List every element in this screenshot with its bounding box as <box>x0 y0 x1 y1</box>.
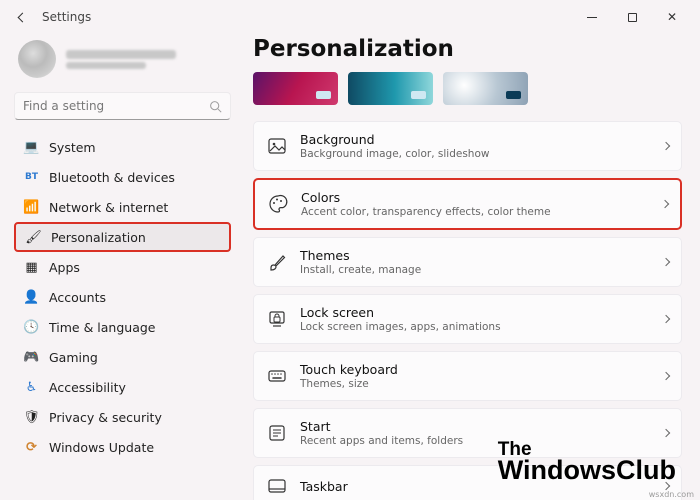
accessibility-icon: ♿ <box>24 380 39 395</box>
setting-start[interactable]: StartRecent apps and items, folders <box>253 408 682 458</box>
setting-themes[interactable]: ThemesInstall, create, manage <box>253 237 682 287</box>
sidebar-item-label: Windows Update <box>49 440 154 455</box>
chevron-right-icon <box>662 142 670 150</box>
palette-icon <box>267 194 289 214</box>
sidebar-item-label: Gaming <box>49 350 98 365</box>
accounts-icon: 👤 <box>24 290 39 305</box>
sidebar-item-personalization[interactable]: 🖌 Personalization <box>14 222 231 252</box>
paintbrush-icon: 🖌 <box>26 230 41 245</box>
close-button[interactable] <box>652 2 692 32</box>
sidebar-item-label: Accounts <box>49 290 106 305</box>
sidebar-item-label: Personalization <box>51 230 146 245</box>
setting-title: Taskbar <box>300 479 651 494</box>
app-title: Settings <box>42 10 91 24</box>
apps-icon: ▦ <box>24 260 39 275</box>
shield-icon: 🛡 <box>24 410 39 425</box>
sidebar-item-label: Apps <box>49 260 80 275</box>
setting-subtitle: Lock screen images, apps, animations <box>300 321 651 333</box>
setting-title: Themes <box>300 248 651 263</box>
update-icon: ⟳ <box>24 440 39 455</box>
sidebar-item-update[interactable]: ⟳ Windows Update <box>14 432 231 462</box>
main-panel: Personalization BackgroundBackground ima… <box>245 34 700 500</box>
setting-lockscreen[interactable]: Lock screenLock screen images, apps, ani… <box>253 294 682 344</box>
sidebar-item-time[interactable]: 🕓 Time & language <box>14 312 231 342</box>
window-controls <box>572 2 692 32</box>
setting-subtitle: Background image, color, slideshow <box>300 148 651 160</box>
setting-subtitle: Accent color, transparency effects, colo… <box>301 206 650 218</box>
setting-title: Colors <box>301 190 650 205</box>
sidebar-item-system[interactable]: 💻 System <box>14 132 231 162</box>
back-button[interactable] <box>14 9 30 25</box>
sidebar-item-label: Time & language <box>49 320 155 335</box>
theme-previews <box>253 72 682 105</box>
sidebar: Find a setting 💻 System BT Bluetooth & d… <box>0 34 245 500</box>
search-input[interactable]: Find a setting <box>14 92 231 120</box>
minimize-button[interactable] <box>572 2 612 32</box>
sidebar-item-label: Accessibility <box>49 380 126 395</box>
arrow-left-icon <box>17 12 27 22</box>
setting-colors[interactable]: ColorsAccent color, transparency effects… <box>253 178 682 230</box>
taskbar-icon <box>266 476 288 496</box>
minimize-icon <box>587 17 597 18</box>
setting-subtitle: Install, create, manage <box>300 264 651 276</box>
sidebar-item-accessibility[interactable]: ♿ Accessibility <box>14 372 231 402</box>
lockscreen-icon <box>266 309 288 329</box>
system-icon: 💻 <box>24 140 39 155</box>
sidebar-item-privacy[interactable]: 🛡 Privacy & security <box>14 402 231 432</box>
gaming-icon: 🎮 <box>24 350 39 365</box>
start-icon <box>266 423 288 443</box>
account-block[interactable] <box>14 34 231 92</box>
sidebar-item-bluetooth[interactable]: BT Bluetooth & devices <box>14 162 231 192</box>
wifi-icon: 📶 <box>24 200 39 215</box>
theme-preview[interactable] <box>348 72 433 105</box>
setting-taskbar[interactable]: Taskbar <box>253 465 682 500</box>
keyboard-icon <box>266 366 288 386</box>
bluetooth-icon: BT <box>24 172 39 182</box>
theme-preview[interactable] <box>443 72 528 105</box>
sidebar-item-network[interactable]: 📶 Network & internet <box>14 192 231 222</box>
setting-touchkeyboard[interactable]: Touch keyboardThemes, size <box>253 351 682 401</box>
sidebar-item-accounts[interactable]: 👤 Accounts <box>14 282 231 312</box>
setting-subtitle: Themes, size <box>300 378 651 390</box>
close-icon <box>667 10 677 24</box>
account-text <box>66 47 176 72</box>
sidebar-item-label: Bluetooth & devices <box>49 170 175 185</box>
setting-title: Start <box>300 419 651 434</box>
chevron-right-icon <box>662 372 670 380</box>
setting-title: Touch keyboard <box>300 362 651 377</box>
setting-background[interactable]: BackgroundBackground image, color, slide… <box>253 121 682 171</box>
maximize-button[interactable] <box>612 2 652 32</box>
chevron-right-icon <box>662 258 670 266</box>
sidebar-item-apps[interactable]: ▦ Apps <box>14 252 231 282</box>
setting-subtitle: Recent apps and items, folders <box>300 435 651 447</box>
theme-preview[interactable] <box>253 72 338 105</box>
titlebar: Settings <box>0 0 700 34</box>
search-icon <box>209 100 222 113</box>
chevron-right-icon <box>662 482 670 490</box>
picture-icon <box>266 136 288 156</box>
setting-title: Background <box>300 132 651 147</box>
page-title: Personalization <box>253 36 682 62</box>
chevron-right-icon <box>662 429 670 437</box>
sidebar-item-label: Privacy & security <box>49 410 162 425</box>
search-placeholder: Find a setting <box>23 99 203 113</box>
setting-title: Lock screen <box>300 305 651 320</box>
sidebar-item-label: System <box>49 140 96 155</box>
clock-icon: 🕓 <box>24 320 39 335</box>
sidebar-item-gaming[interactable]: 🎮 Gaming <box>14 342 231 372</box>
chevron-right-icon <box>661 200 669 208</box>
maximize-icon <box>628 13 637 22</box>
avatar <box>18 40 56 78</box>
chevron-right-icon <box>662 315 670 323</box>
sidebar-item-label: Network & internet <box>49 200 168 215</box>
brush-icon <box>266 252 288 272</box>
